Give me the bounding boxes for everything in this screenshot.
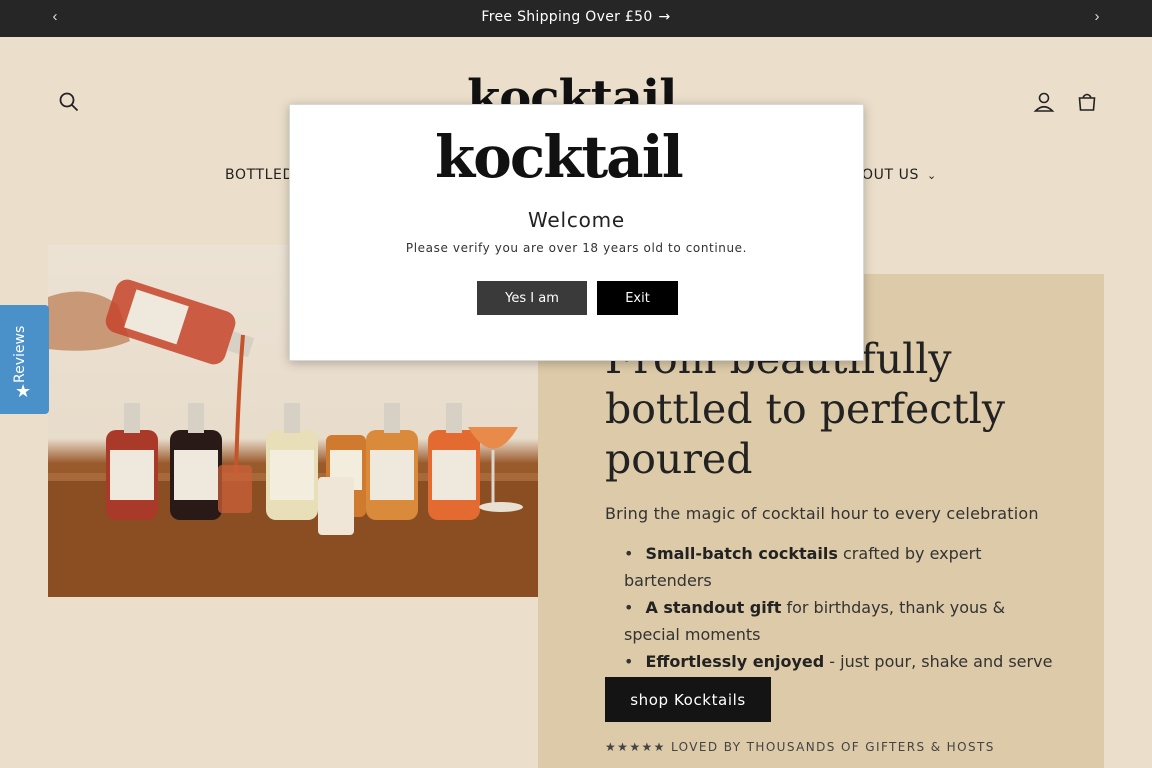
announcement-next-button[interactable]: › <box>1087 8 1107 28</box>
arrow-right-icon: → <box>658 9 671 25</box>
search-icon[interactable] <box>57 90 81 114</box>
hero-title-line: bottled to perfectly <box>605 385 1005 433</box>
shop-kocktails-button[interactable]: shop Kocktails <box>605 677 771 722</box>
list-item: A standout gift for birthdays, thank you… <box>624 594 1054 648</box>
modal-title: Welcome <box>527 208 626 232</box>
announcement-text: Free Shipping Over £50 <box>481 9 653 25</box>
social-proof-text: ★★★★★ LOVED BY THOUSANDS OF GIFTERS & HO… <box>605 740 995 754</box>
reviews-tab[interactable]: ★ Reviews <box>0 305 49 414</box>
hero-subtitle: Bring the magic of cocktail hour to ever… <box>605 504 1039 523</box>
announcement-bar: ‹ Free Shipping Over £50 → › <box>0 0 1152 37</box>
hero-title-line: poured <box>605 435 753 483</box>
account-icon[interactable] <box>1032 90 1056 114</box>
modal-text: Please verify you are over 18 years old … <box>405 241 748 255</box>
hero-benefits-list: Small-batch cocktails crafted by expert … <box>624 540 1054 675</box>
chevron-down-icon: ⌄ <box>927 169 937 182</box>
menu-item-bottled[interactable]: BOTTLED <box>225 167 294 183</box>
menu-item-about-us[interactable]: OUT US ⌄ <box>862 167 937 183</box>
exit-button[interactable]: Exit <box>597 281 678 315</box>
age-verification-modal: kocktail Welcome Please verify you are o… <box>289 104 864 361</box>
reviews-tab-label: Reviews <box>12 325 28 383</box>
modal-logo: kocktail <box>435 123 684 191</box>
cart-icon[interactable] <box>1075 90 1099 114</box>
list-item: Small-batch cocktails crafted by expert … <box>624 540 1054 594</box>
announcement-link[interactable]: Free Shipping Over £50 → <box>0 9 1152 25</box>
menu-item-label: OUT US <box>862 167 920 183</box>
star-icon: ★ <box>15 381 32 401</box>
yes-i-am-button[interactable]: Yes I am <box>477 281 587 315</box>
list-item: Effortlessly enjoyed - just pour, shake … <box>624 648 1054 675</box>
